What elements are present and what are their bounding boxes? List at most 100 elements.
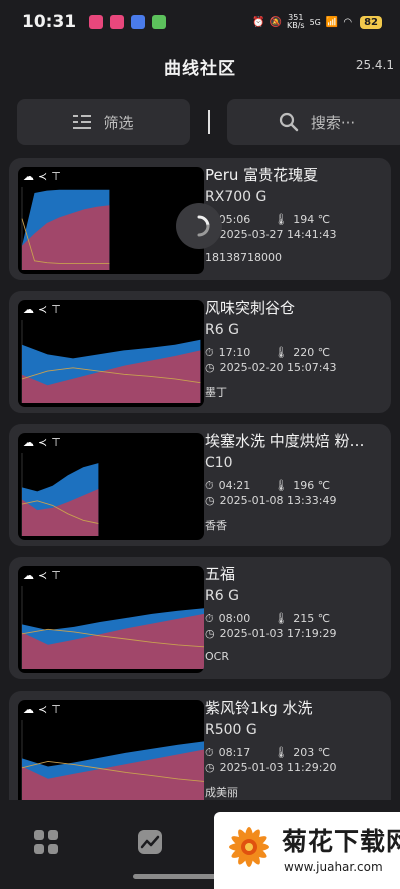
owner-name: 墨丁 <box>205 386 227 399</box>
toolbar: 筛选 搜索··· <box>17 99 400 145</box>
net-speed: 351 KB/s <box>287 14 305 30</box>
curve-thumbnail: ☁ ≺ ⊤ <box>18 300 204 407</box>
roast-datetime: 2025-01-03 11:29:20 <box>219 761 337 774</box>
thermometer-icon: 🌡 <box>274 346 289 359</box>
spinner-icon <box>197 215 210 237</box>
clock-icon: ◷ <box>205 494 215 507</box>
share-icon: ≺ <box>38 170 48 183</box>
filter-button[interactable]: 筛选 <box>17 99 190 145</box>
share-icon: ≺ <box>38 703 48 716</box>
wifi-icon: ◠ <box>343 16 353 28</box>
app-version: 25.4.1 <box>355 58 394 72</box>
nav-home-grid-icon[interactable] <box>32 828 60 856</box>
thumbnail-icons: ☁ ≺ ⊤ <box>23 570 61 582</box>
timer-icon: ⏱ <box>205 346 214 359</box>
cloud-icon: ☁ <box>23 703 34 716</box>
roast-duration: 04:21 <box>218 479 251 492</box>
thumbnail-icons: ☁ ≺ ⊤ <box>23 437 61 449</box>
signal-icon: 📶 <box>325 16 339 28</box>
roast-duration: 08:17 <box>218 746 251 759</box>
roast-card[interactable]: ☁ ≺ ⊤ 紫风铃1kg 水洗 R500 G ⏱ 08:17 🌡 203 ℃ ◷… <box>9 691 391 800</box>
end-temperature: 203 ℃ <box>293 746 331 759</box>
card-info: 风味突刺谷仓 R6 G ⏱ 17:10 🌡 220 ℃ ◷ 2025-02-20… <box>205 297 385 400</box>
roaster-model: RX700 G <box>205 189 267 205</box>
curve-thumbnail: ☁ ≺ ⊤ <box>18 700 204 800</box>
roast-duration: 08:00 <box>218 612 251 625</box>
app-notification-icon <box>131 15 146 29</box>
app-notification-icon <box>89 15 104 29</box>
loading-spinner <box>176 203 222 249</box>
end-temperature: 194 ℃ <box>293 213 331 226</box>
thumbnail-icons: ☁ ≺ ⊤ <box>23 704 61 716</box>
roaster-model: R6 G <box>205 588 239 604</box>
pin-icon: ⊤ <box>51 170 61 183</box>
clock-icon: ◷ <box>205 361 215 374</box>
pin-icon: ⊤ <box>51 703 61 716</box>
cloud-icon: ☁ <box>23 170 34 183</box>
card-info: 埃塞水洗 中度烘焙 粉… C10 ⏱ 04:21 🌡 196 ℃ ◷ 2025-… <box>205 430 385 533</box>
bean-name: 埃塞水洗 中度烘焙 粉… <box>205 432 365 450</box>
owner-name: OCR <box>205 650 229 663</box>
roast-curve-chart <box>21 453 99 536</box>
battery-indicator: 82 <box>360 15 382 29</box>
owner-name: 18138718000 <box>205 251 282 264</box>
thumbnail-icons: ☁ ≺ ⊤ <box>23 171 61 183</box>
roast-duration: 17:10 <box>218 346 251 359</box>
share-icon: ≺ <box>38 569 48 582</box>
roast-datetime: 2025-01-03 17:19:29 <box>219 627 337 640</box>
curve-thumbnail: ☁ ≺ ⊤ <box>18 433 204 540</box>
roast-datetime: 2025-03-27 14:41:43 <box>219 228 337 241</box>
end-temperature: 220 ℃ <box>293 346 331 359</box>
roast-card[interactable]: ☁ ≺ ⊤ 风味突刺谷仓 R6 G ⏱ 17:10 🌡 220 ℃ ◷ 2025… <box>9 291 391 413</box>
timer-icon: ⏱ <box>205 612 214 625</box>
pin-icon: ⊤ <box>51 436 61 449</box>
thermometer-icon: 🌡 <box>274 612 289 625</box>
app-notification-icon <box>110 15 125 29</box>
clock-icon: ◷ <box>205 627 215 640</box>
cloud-icon: ☁ <box>23 569 34 582</box>
owner-name: 成美丽 <box>205 786 238 799</box>
roast-curve-list: ☁ ≺ ⊤ Peru 富贵花瑰夏 RX700 G ⏱ 05:06 🌡 194 ℃… <box>0 158 400 800</box>
watermark-url: www.juahar.com <box>284 860 383 874</box>
curve-thumbnail: ☁ ≺ ⊤ <box>18 566 204 673</box>
thumbnail-icons: ☁ ≺ ⊤ <box>23 304 61 316</box>
pin-icon: ⊤ <box>51 569 61 582</box>
mute-icon: 🔕 <box>269 16 282 28</box>
end-temperature: 196 ℃ <box>293 479 331 492</box>
bean-name: 五福 <box>205 565 236 583</box>
pin-icon: ⊤ <box>51 303 61 316</box>
signal-label: 5G <box>309 17 321 27</box>
card-info: Peru 富贵花瑰夏 RX700 G ⏱ 05:06 🌡 194 ℃ ◷ 202… <box>205 164 385 264</box>
bean-name: 风味突刺谷仓 <box>205 299 296 317</box>
timer-icon: ⏱ <box>205 746 214 759</box>
search-icon <box>279 112 299 132</box>
cloud-icon: ☁ <box>23 303 34 316</box>
roaster-model: R6 G <box>205 322 239 338</box>
app-notification-icon <box>152 15 167 29</box>
alarm-icon: ⏰ <box>252 16 265 28</box>
search-label: 搜索··· <box>310 113 356 132</box>
nav-curves-icon[interactable] <box>136 828 164 856</box>
timer-icon: ⏱ <box>205 479 214 492</box>
filter-label: 筛选 <box>103 113 134 132</box>
roast-curve-chart <box>21 586 204 669</box>
end-temperature: 215 ℃ <box>293 612 331 625</box>
roast-card[interactable]: ☁ ≺ ⊤ 埃塞水洗 中度烘焙 粉… C10 ⏱ 04:21 🌡 196 ℃ ◷… <box>9 424 391 546</box>
card-info: 五福 R6 G ⏱ 08:00 🌡 215 ℃ ◷ 2025-01-03 17:… <box>205 563 385 663</box>
bean-name: Peru 富贵花瑰夏 <box>205 166 319 184</box>
roast-duration: 05:06 <box>218 213 251 226</box>
net-speed-unit: KB/s <box>286 21 305 30</box>
status-bar: 10:31 ⏰ 🔕 351 KB/s 5G 📶 ◠ 82 <box>0 0 400 44</box>
roast-datetime: 2025-02-20 15:07:43 <box>219 361 337 374</box>
clock-icon: ◷ <box>205 761 215 774</box>
cloud-icon: ☁ <box>23 436 34 449</box>
roast-datetime: 2025-01-08 13:33:49 <box>219 494 337 507</box>
watermark-logo: 菊花下载网 www.juahar.com <box>214 812 400 889</box>
roast-curve-chart <box>21 320 201 403</box>
clock: 10:31 <box>22 12 77 32</box>
thermometer-icon: 🌡 <box>274 746 289 759</box>
roast-card[interactable]: ☁ ≺ ⊤ 五福 R6 G ⏱ 08:00 🌡 215 ℃ ◷ 2025-01-… <box>9 557 391 679</box>
search-button[interactable]: 搜索··· <box>227 99 400 145</box>
roaster-model: R500 G <box>205 722 257 738</box>
share-icon: ≺ <box>38 436 48 449</box>
